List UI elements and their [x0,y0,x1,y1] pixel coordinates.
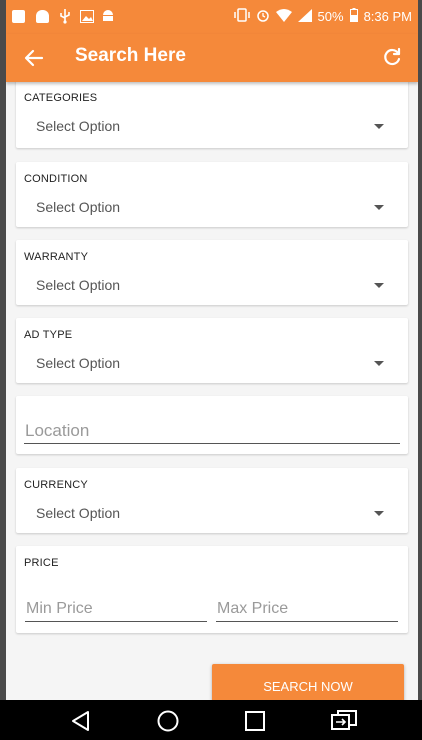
categories-label: CATEGORIES [24,92,98,104]
square-recents-icon [242,711,268,738]
wifi-icon [275,8,292,25]
vibrate-icon [233,8,250,25]
nav-switch-app-button[interactable] [330,708,357,734]
page-title: Search Here [75,45,186,66]
condition-select-value: Select Option [36,199,121,215]
ad-type-card: AD TYPE Select Option [16,318,408,383]
location-input[interactable] [24,418,400,444]
min-price-input[interactable] [25,596,207,622]
battery-icon [349,8,358,25]
app-notification-icon [36,10,49,23]
categories-select-value: Select Option [36,118,121,134]
warranty-select[interactable]: Select Option [24,270,400,300]
usb-icon [58,8,72,29]
ad-type-select-value: Select Option [36,355,121,371]
nav-home-button[interactable] [155,708,181,734]
image-notification-icon [80,10,94,28]
status-bar-right: 50% 8:36 PM [233,8,412,25]
dropdown-caret-icon [374,124,384,129]
dropdown-caret-icon [374,283,384,288]
phone-screen: 50% 8:36 PM Search Here CATEGORIES Selec… [0,0,422,740]
ad-type-label: AD TYPE [24,329,73,341]
dropdown-caret-icon [374,361,384,366]
categories-select[interactable]: Select Option [24,111,400,141]
condition-select[interactable]: Select Option [24,192,400,222]
battery-percent: 50% [317,9,344,24]
alarm-icon [256,8,270,25]
search-now-button[interactable]: SEARCH NOW [212,664,404,700]
warranty-select-value: Select Option [36,277,121,293]
app-bar: Search Here [6,34,418,82]
price-label: PRICE [24,557,59,569]
status-bar: 50% 8:36 PM [6,0,418,34]
condition-label: CONDITION [24,173,88,185]
back-button[interactable] [22,46,46,70]
outlook-notification-icon [12,10,25,23]
nav-recents-button[interactable] [242,708,268,734]
condition-card: CONDITION Select Option [16,162,408,227]
navigation-bar [0,700,422,740]
refresh-icon [380,47,404,74]
warranty-label: WARRANTY [24,251,89,263]
circle-home-icon [155,710,181,738]
nav-back-button[interactable] [68,708,94,734]
ad-type-select[interactable]: Select Option [24,348,400,378]
dropdown-caret-icon [374,511,384,516]
dropdown-caret-icon [374,205,384,210]
triangle-back-icon [68,711,94,738]
background-edge-right [418,0,422,700]
currency-select[interactable]: Select Option [24,498,400,528]
signal-icon [297,8,312,25]
warranty-card: WARRANTY Select Option [16,240,408,305]
location-card [16,396,408,454]
search-screen: 50% 8:36 PM Search Here CATEGORIES Selec… [6,0,418,700]
arrow-left-icon [22,49,46,74]
currency-select-value: Select Option [36,505,121,521]
price-card: PRICE [16,546,408,633]
currency-label: CURRENCY [24,479,88,491]
switch-app-icon [330,710,358,738]
refresh-button[interactable] [380,46,404,70]
android-icon [101,9,115,28]
status-time: 8:36 PM [363,9,412,24]
currency-card: CURRENCY Select Option [16,468,408,533]
categories-card: CATEGORIES Select Option [16,78,408,148]
max-price-input[interactable] [216,596,398,622]
